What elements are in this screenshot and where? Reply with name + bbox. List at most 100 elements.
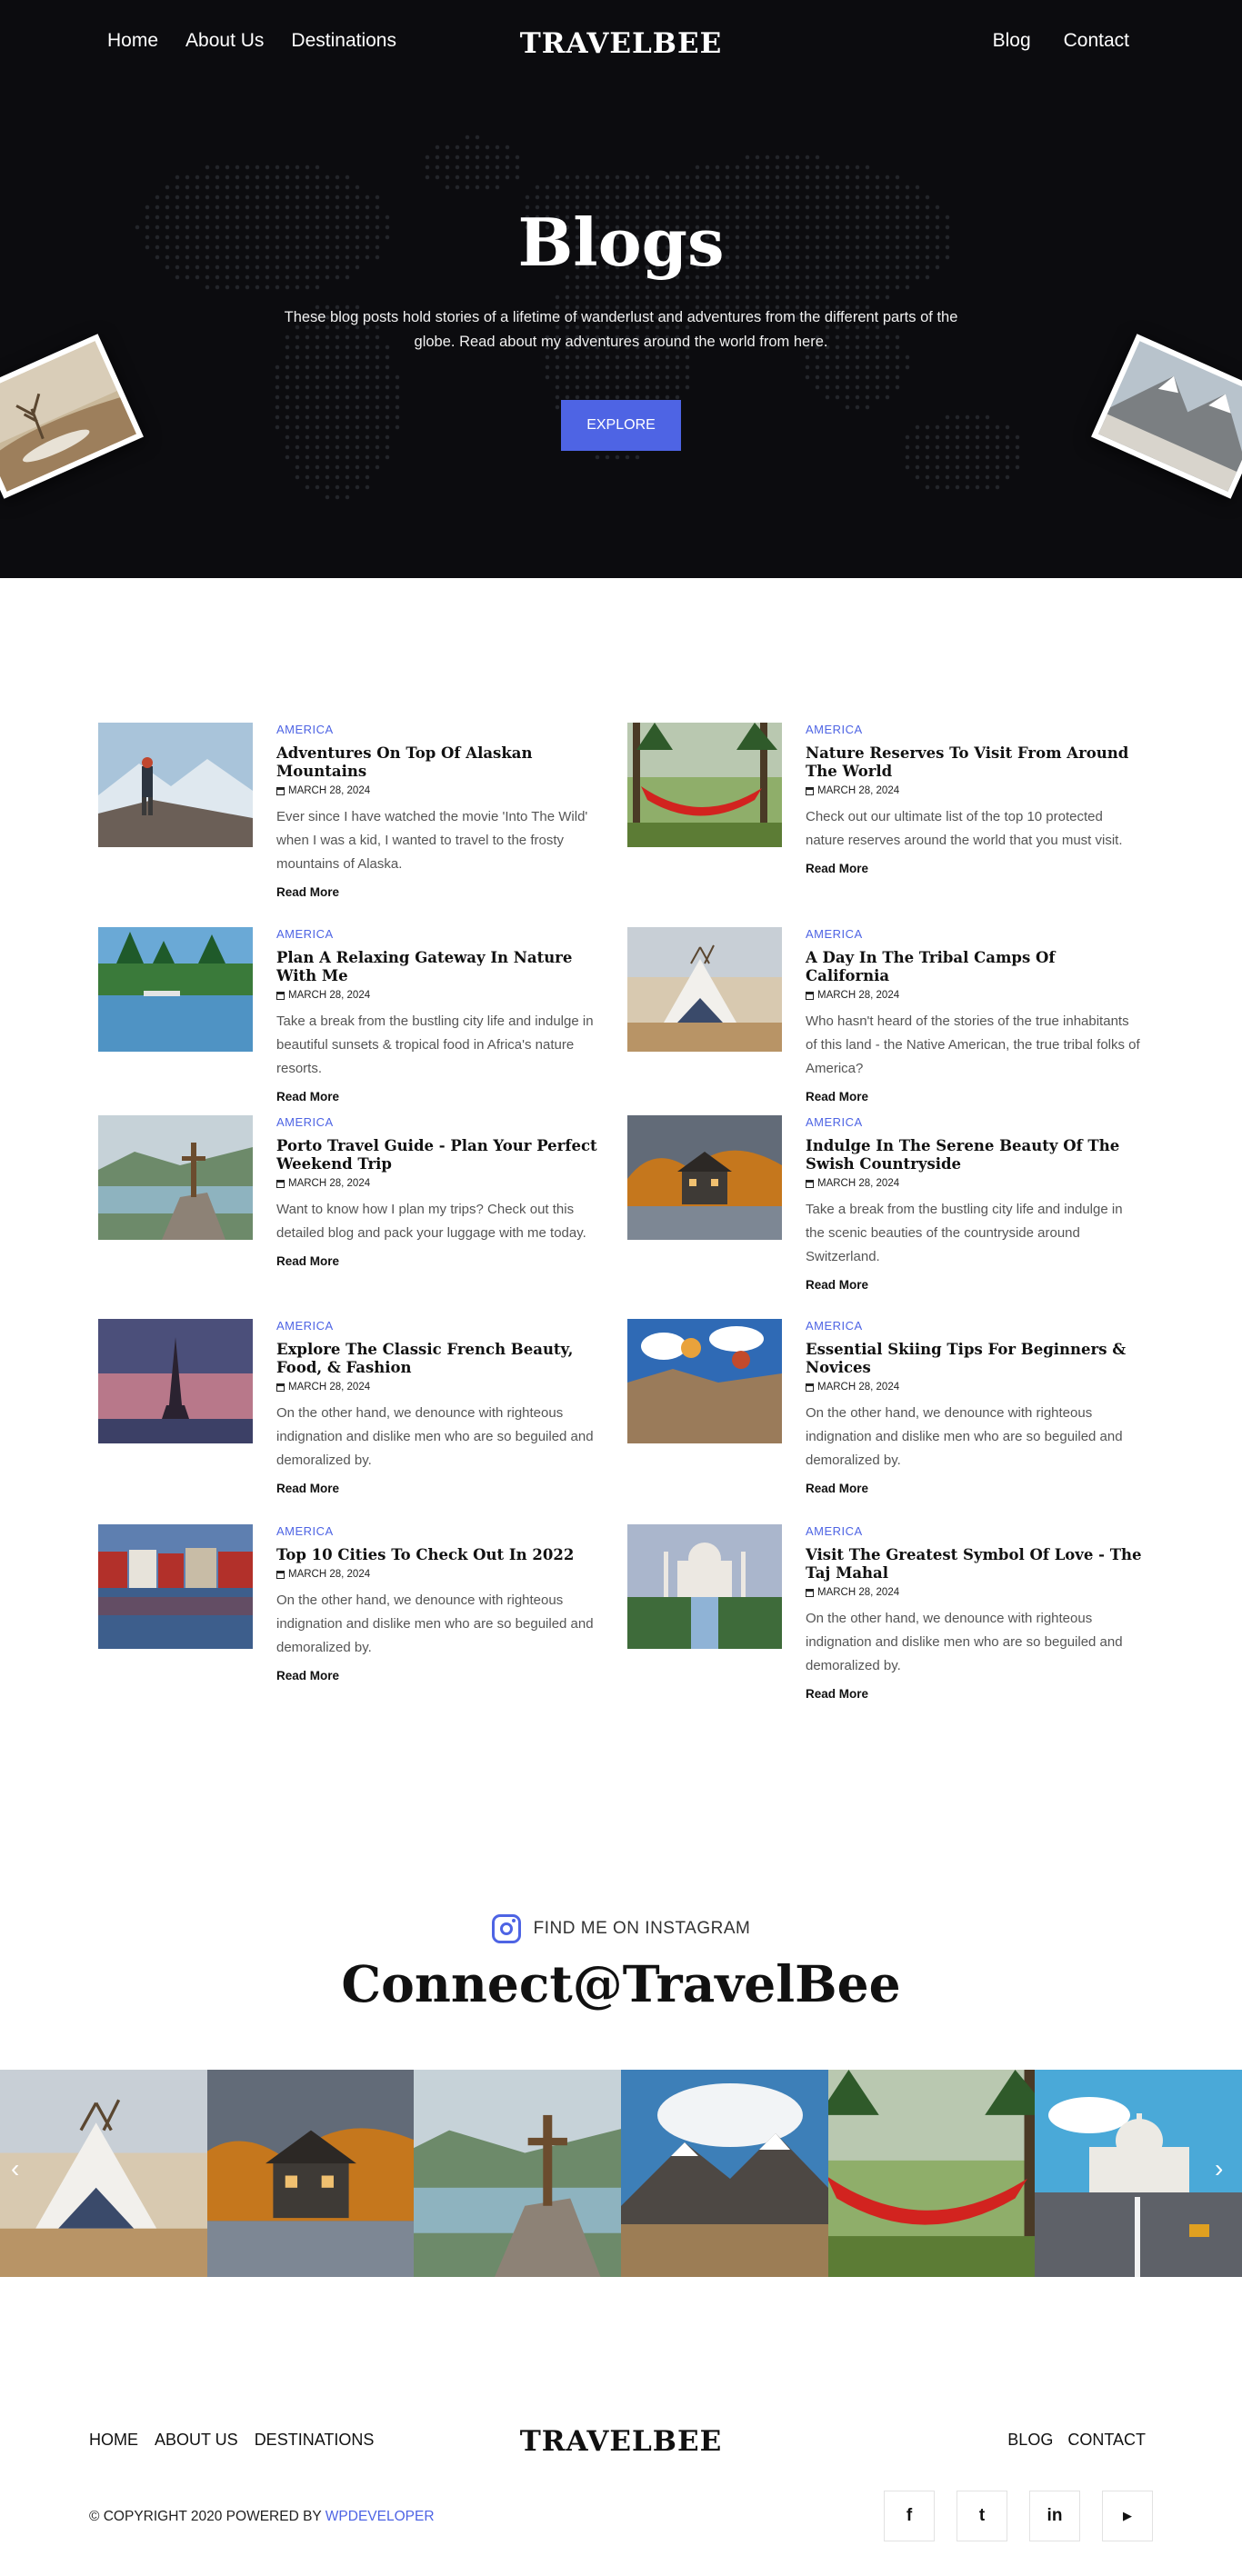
instagram-photo[interactable] [206, 2070, 415, 2277]
post-thumbnail[interactable] [98, 1319, 253, 1443]
powered-by-link[interactable]: WPDEVELOPER [326, 2509, 435, 2524]
footer-blog[interactable]: BLOG [1007, 2431, 1053, 2450]
post-excerpt: Take a break from the bustling city life… [276, 1013, 594, 1076]
nav-blog[interactable]: Blog [993, 30, 1031, 52]
post-excerpt: Check out our ultimate list of the top 1… [806, 809, 1123, 848]
post-title[interactable]: Explore The Classic French Beauty, Food,… [276, 1341, 615, 1377]
post-category[interactable]: AMERICA [806, 1115, 1144, 1129]
post-category[interactable]: AMERICA [276, 1524, 615, 1538]
explore-button[interactable]: EXPLORE [561, 400, 681, 451]
chevron-left-icon[interactable]: ‹ [11, 2154, 19, 2183]
post-category[interactable]: AMERICA [806, 1319, 1144, 1333]
post-date-text: MARCH 28, 2024 [288, 1178, 371, 1189]
read-more-link[interactable]: Read More [276, 1669, 615, 1682]
post-thumbnail[interactable] [627, 1524, 782, 1649]
post-thumbnail[interactable] [627, 1115, 782, 1240]
post-date-text: MARCH 28, 2024 [817, 990, 900, 1001]
post-body: AMERICA Visit The Greatest Symbol Of Love… [806, 1524, 1144, 1701]
chevron-right-icon[interactable]: › [1215, 2154, 1223, 2183]
copyright: © COPYRIGHT 2020 POWERED BY WPDEVELOPER [89, 2509, 435, 2525]
read-more-link[interactable]: Read More [276, 1254, 615, 1268]
post-date-text: MARCH 28, 2024 [288, 1569, 371, 1580]
post-date: MARCH 28, 2024 [276, 785, 615, 796]
post-title[interactable]: Porto Travel Guide - Plan Your Perfect W… [276, 1137, 615, 1173]
post-category[interactable]: AMERICA [806, 1524, 1144, 1538]
calendar-icon [276, 786, 285, 795]
post-date-text: MARCH 28, 2024 [817, 1382, 900, 1393]
post-category[interactable]: AMERICA [806, 927, 1144, 941]
post-thumbnail[interactable] [98, 927, 253, 1052]
post-body: AMERICA Essential Skiing Tips For Beginne… [806, 1319, 1144, 1495]
post-body: AMERICA A Day In The Tribal Camps Of Cali… [806, 927, 1144, 1103]
instagram-photo[interactable] [1035, 2070, 1242, 2277]
footer-nav-right: BLOG CONTACT [1007, 2431, 1146, 2450]
post-date: MARCH 28, 2024 [276, 1569, 615, 1580]
instagram-photo[interactable] [414, 2070, 621, 2277]
hero-section: Home About Us Destinations TRAVELBEE Blo… [0, 0, 1242, 578]
hero-subtitle: These blog posts hold stories of a lifet… [284, 309, 958, 350]
post-body: AMERICA Nature Reserves To Visit From Aro… [806, 723, 1144, 875]
post-date-text: MARCH 28, 2024 [817, 1178, 900, 1189]
post-title[interactable]: Visit The Greatest Symbol Of Love - The … [806, 1546, 1144, 1583]
post-category[interactable]: AMERICA [276, 723, 615, 736]
read-more-link[interactable]: Read More [806, 1278, 1144, 1292]
post-thumbnail[interactable] [98, 1524, 253, 1649]
linkedin-icon[interactable]: in [1029, 2491, 1080, 2541]
post-excerpt: Take a break from the bustling city life… [806, 1202, 1123, 1264]
post-body: AMERICA Top 10 Cities To Check Out In 202… [276, 1524, 615, 1682]
blog-post-card: AMERICA Top 10 Cities To Check Out In 202… [98, 1524, 616, 1706]
read-more-link[interactable]: Read More [806, 1482, 1144, 1495]
post-title[interactable]: Plan A Relaxing Gateway In Nature With M… [276, 949, 615, 985]
facebook-icon[interactable]: f [884, 2491, 935, 2541]
post-category[interactable]: AMERICA [276, 1115, 615, 1129]
post-thumbnail[interactable] [627, 1319, 782, 1443]
blog-post-card: AMERICA Adventures On Top Of Alaskan Moun… [98, 723, 616, 904]
instagram-handle: Connect@TravelBee [341, 1954, 901, 2013]
post-thumbnail[interactable] [98, 723, 253, 847]
calendar-icon [276, 1179, 285, 1188]
post-thumbnail[interactable] [627, 927, 782, 1052]
read-more-link[interactable]: Read More [276, 885, 615, 899]
post-date: MARCH 28, 2024 [806, 990, 1144, 1001]
post-excerpt: On the other hand, we denounce with righ… [276, 1405, 594, 1468]
post-category[interactable]: AMERICA [276, 1319, 615, 1333]
twitter-icon[interactable]: t [957, 2491, 1007, 2541]
read-more-link[interactable]: Read More [806, 862, 1144, 875]
post-body: AMERICA Indulge In The Serene Beauty Of T… [806, 1115, 1144, 1292]
nav-contact[interactable]: Contact [1064, 30, 1129, 52]
post-thumbnail[interactable] [627, 723, 782, 847]
blog-post-card: AMERICA Porto Travel Guide - Plan Your Pe… [98, 1115, 616, 1297]
post-title[interactable]: Indulge In The Serene Beauty Of The Swis… [806, 1137, 1144, 1173]
post-date: MARCH 28, 2024 [276, 1382, 615, 1393]
post-title[interactable]: Nature Reserves To Visit From Around The… [806, 744, 1144, 781]
polaroid-photo-left [0, 334, 144, 499]
post-category[interactable]: AMERICA [276, 927, 615, 941]
post-title[interactable]: Top 10 Cities To Check Out In 2022 [276, 1546, 615, 1564]
post-thumbnail[interactable] [98, 1115, 253, 1240]
post-date-text: MARCH 28, 2024 [288, 990, 371, 1001]
instagram-photo[interactable] [620, 2070, 828, 2277]
post-excerpt: On the other hand, we denounce with righ… [276, 1593, 594, 1655]
post-excerpt: Who hasn't heard of the stories of the t… [806, 1013, 1140, 1076]
instagram-icon[interactable] [491, 1914, 521, 1943]
youtube-icon[interactable]: ▶ [1102, 2491, 1153, 2541]
post-title[interactable]: Adventures On Top Of Alaskan Mountains [276, 744, 615, 781]
footer-contact[interactable]: CONTACT [1067, 2431, 1146, 2450]
instagram-label: FIND ME ON INSTAGRAM [533, 1919, 751, 1938]
instagram-photo[interactable] [0, 2070, 207, 2277]
read-more-link[interactable]: Read More [276, 1482, 615, 1495]
post-title[interactable]: A Day In The Tribal Camps Of California [806, 949, 1144, 985]
read-more-link[interactable]: Read More [806, 1687, 1144, 1701]
post-body: AMERICA Adventures On Top Of Alaskan Moun… [276, 723, 615, 899]
post-date-text: MARCH 28, 2024 [817, 1587, 900, 1598]
read-more-link[interactable]: Read More [276, 1090, 615, 1103]
post-date-text: MARCH 28, 2024 [288, 1382, 371, 1393]
post-category[interactable]: AMERICA [806, 723, 1144, 736]
calendar-icon [276, 1570, 285, 1579]
post-date: MARCH 28, 2024 [276, 1178, 615, 1189]
post-date: MARCH 28, 2024 [806, 1178, 1144, 1189]
post-title[interactable]: Essential Skiing Tips For Beginners & No… [806, 1341, 1144, 1377]
post-date-text: MARCH 28, 2024 [288, 785, 371, 796]
read-more-link[interactable]: Read More [806, 1090, 1144, 1103]
instagram-photo[interactable] [827, 2070, 1036, 2277]
